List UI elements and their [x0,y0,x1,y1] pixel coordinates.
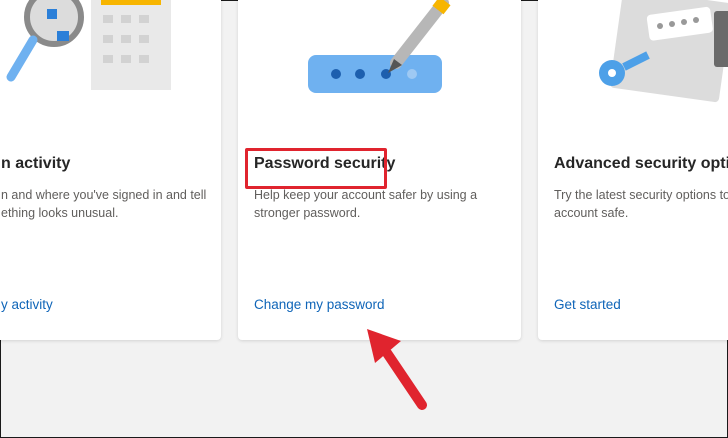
card-description: Help keep your account safer by using a … [254,188,478,220]
card-title: n activity [1,155,71,172]
card-title: Advanced security optio [554,155,728,172]
annotation-arrow-icon [367,329,427,410]
card-sign-in-activity: n activity n and where you've signed in … [0,0,221,340]
magnifier-calendar-illustration [6,0,171,90]
card-description: n and where you've signed in and tell et… [1,188,207,220]
annotation-highlight-box [245,148,387,189]
key-lock-illustration [599,0,728,103]
password-field-pen-illustration [308,0,451,93]
get-started-link[interactable]: Get started [554,297,621,312]
card-description: Try the latest security options to h acc… [554,188,728,220]
view-activity-link[interactable]: y activity [1,297,53,312]
change-my-password-link[interactable]: Change my password [254,297,385,312]
card-advanced-security: Advanced security optio Try the latest s… [538,0,728,340]
